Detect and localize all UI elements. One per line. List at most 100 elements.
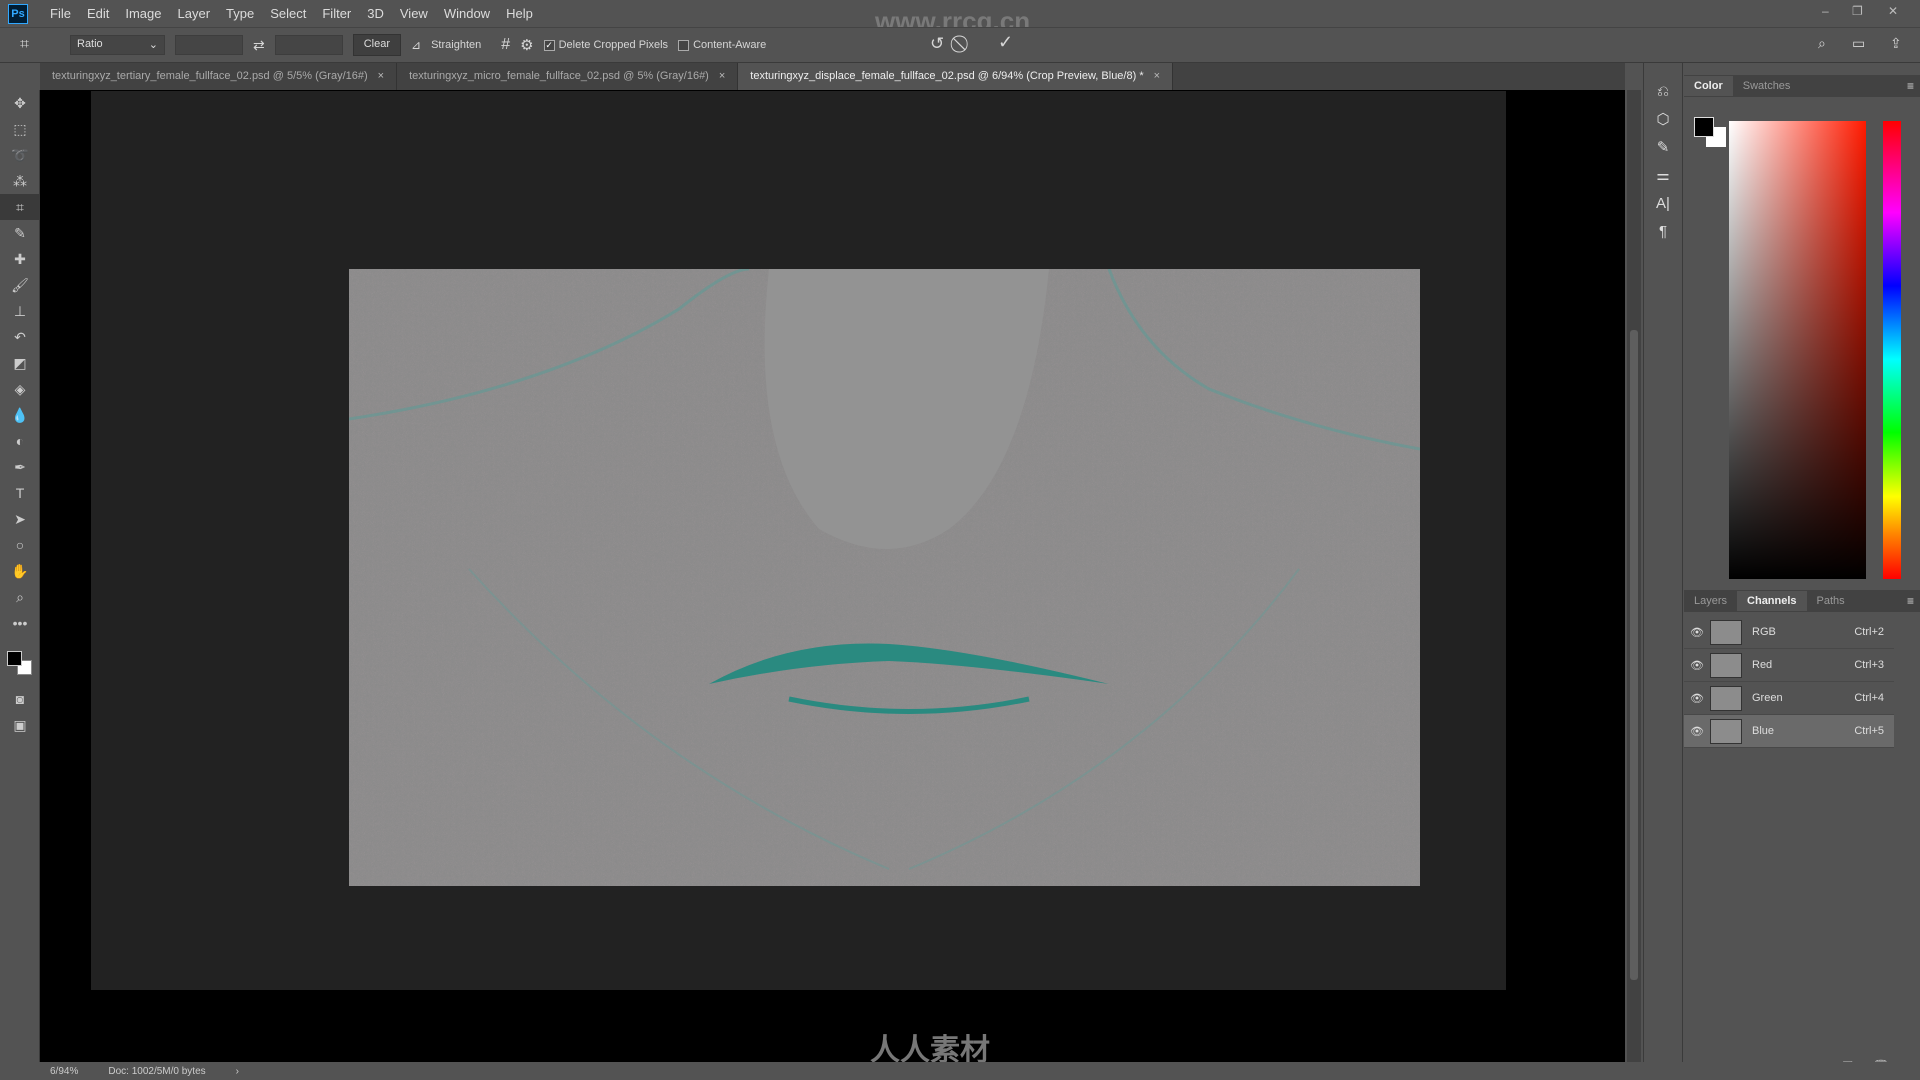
tab-tertiary[interactable]: texturingxyz_tertiary_female_fullface_02… [40,63,398,90]
clear-button[interactable]: Clear [352,34,402,56]
adjustments-icon[interactable]: ⚌ [1644,161,1682,189]
move-tool-icon[interactable]: ✥ [0,90,40,116]
menu-file[interactable]: File [42,6,79,21]
eye-icon[interactable]: 👁 [1684,626,1710,639]
close-window-icon[interactable]: ✕ [1888,4,1898,18]
close-tab-icon[interactable]: × [719,70,725,82]
menu-image[interactable]: Image [117,6,169,21]
paragraph-panel-icon[interactable]: ¶ [1644,217,1682,245]
channel-shortcut: Ctrl+2 [1854,626,1884,638]
checkbox-unchecked-icon [678,39,690,51]
zoom-tool-icon[interactable]: ⌕ [0,584,40,610]
tab-displace[interactable]: texturingxyz_displace_female_fullface_02… [738,63,1174,90]
tab-swatches[interactable]: Swatches [1733,76,1801,96]
delete-cropped-pixels-checkbox[interactable]: ✓ Delete Cropped Pixels [543,39,668,51]
tab-layers[interactable]: Layers [1684,591,1737,611]
eye-icon[interactable]: 👁 [1684,725,1710,738]
blur-tool-icon[interactable]: 💧 [0,402,40,428]
brush-tool-icon[interactable]: 🖌 [0,272,40,298]
dodge-tool-icon[interactable]: ◐ [0,428,40,454]
gear-icon[interactable]: ⚙ [520,36,533,54]
menu-select[interactable]: Select [262,6,314,21]
tab-paths[interactable]: Paths [1807,591,1855,611]
restore-icon[interactable]: ❐ [1852,4,1863,18]
vertical-scrollbar[interactable] [1627,90,1641,1062]
ratio-select[interactable]: Ratio ⌄ [70,35,165,55]
history-brush-icon[interactable]: ↶ [0,324,40,350]
eye-icon[interactable]: 👁 [1684,659,1710,672]
saturation-brightness-field[interactable] [1729,121,1866,579]
hand-tool-icon[interactable]: ✋ [0,558,40,584]
search-icon[interactable]: ⌕ [1818,35,1826,52]
menu-3d[interactable]: 3D [359,6,392,21]
menu-help[interactable]: Help [498,6,541,21]
foreground-color-swatch[interactable] [7,651,22,666]
crop-tool-icon[interactable]: ⌗ [0,194,40,220]
swap-icon[interactable]: ⇄ [253,37,265,54]
tab-micro[interactable]: texturingxyz_micro_female_fullface_02.ps… [397,63,739,90]
eye-icon[interactable]: 👁 [1684,692,1710,705]
overlay-grid-icon[interactable]: # [501,36,510,54]
channels-panel: Layers Channels Paths ≡ 👁 RGB Ctrl+2 👁 Red C… [1684,590,1920,748]
straighten-button[interactable]: Straighten [431,39,481,51]
close-tab-icon[interactable]: × [1154,70,1160,82]
stamp-tool-icon[interactable]: ⊥ [0,298,40,324]
crop-tool-preset-icon[interactable]: ⌗ [20,36,60,54]
channel-thumbnail [1710,718,1742,744]
channel-row-red[interactable]: 👁 Red Ctrl+3 [1684,649,1894,682]
channel-row-blue[interactable]: 👁 Blue Ctrl+5 [1684,715,1894,748]
straighten-icon[interactable]: ⊿ [411,38,421,52]
brush-settings-icon[interactable]: ✎ [1644,133,1682,161]
options-bar: ⌗ Ratio ⌄ ⇄ Clear ⊿ Straighten # ⚙ ✓ Dele… [0,27,1920,63]
history-panel-icon[interactable]: ⎌ [1644,77,1682,105]
path-select-icon[interactable]: ➤ [0,506,40,532]
menu-layer[interactable]: Layer [170,6,219,21]
status-bar: 6/94% Doc: 1002/5M/0 bytes › [40,1062,1920,1080]
workspace-icon[interactable]: ▭ [1852,35,1865,52]
magic-wand-tool-icon[interactable]: ⁂ [0,168,40,194]
canvas-area[interactable]: 人人素材 [40,90,1625,1067]
commit-check-icon[interactable]: ✓ [998,32,1013,53]
menu-window[interactable]: Window [436,6,498,21]
tab-channels[interactable]: Channels [1737,591,1807,611]
minimize-icon[interactable]: – [1822,4,1829,18]
crop-preview-image[interactable] [349,269,1420,886]
status-menu-arrow-icon[interactable]: › [236,1066,239,1077]
share-icon[interactable]: ⇪ [1890,35,1902,52]
type-tool-icon[interactable]: T [0,480,40,506]
quick-mask-icon[interactable]: ◙ [0,686,40,712]
channel-row-rgb[interactable]: 👁 RGB Ctrl+2 [1684,616,1894,649]
3d-panel-icon[interactable]: ⬡ [1644,105,1682,133]
pen-tool-icon[interactable]: ✒ [0,454,40,480]
panel-menu-icon[interactable]: ≡ [1907,79,1914,93]
scrollbar-thumb[interactable] [1630,330,1638,980]
width-input[interactable] [175,35,243,55]
eyedropper-tool-icon[interactable]: ✎ [0,220,40,246]
more-tools-icon[interactable]: ••• [0,610,40,636]
marquee-tool-icon[interactable]: ⬚ [0,116,40,142]
zoom-level[interactable]: 6/94% [50,1066,78,1077]
menu-view[interactable]: View [392,6,436,21]
healing-tool-icon[interactable]: ✚ [0,246,40,272]
height-input[interactable] [274,35,343,55]
character-panel-icon[interactable]: A| [1644,189,1682,217]
ellipse-tool-icon[interactable]: ○ [0,532,40,558]
reset-icon[interactable]: ↺ [930,34,944,54]
content-aware-checkbox[interactable]: Content-Aware [678,39,766,51]
screen-mode-icon[interactable]: ▣ [0,712,40,738]
channel-thumbnail [1710,619,1742,645]
eraser-tool-icon[interactable]: ◩ [0,350,40,376]
color-swatches[interactable] [0,636,39,686]
panel-menu-icon[interactable]: ≡ [1907,594,1914,608]
tab-color[interactable]: Color [1684,76,1733,96]
lasso-tool-icon[interactable]: ➰ [0,142,40,168]
channel-row-green[interactable]: 👁 Green Ctrl+4 [1684,682,1894,715]
menu-edit[interactable]: Edit [79,6,117,21]
foreground-color-swatch[interactable] [1694,117,1714,137]
hue-slider[interactable] [1883,121,1901,579]
menu-filter[interactable]: Filter [314,6,359,21]
channel-thumbnail [1710,652,1742,678]
close-tab-icon[interactable]: × [378,70,384,82]
paint-bucket-icon[interactable]: ◈ [0,376,40,402]
menu-type[interactable]: Type [218,6,262,21]
